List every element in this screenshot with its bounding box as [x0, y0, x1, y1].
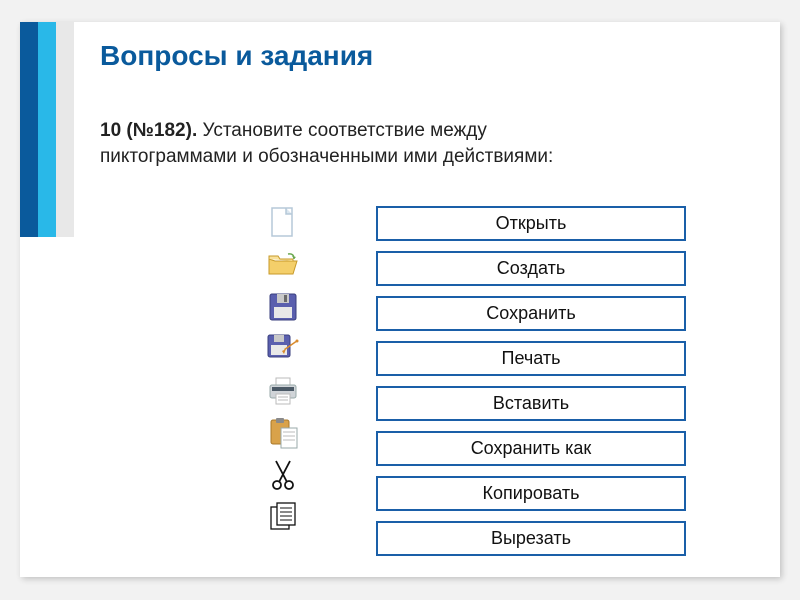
action-paste[interactable]: Вставить: [376, 386, 686, 421]
page-title: Вопросы и задания: [100, 40, 373, 72]
copy-pages-icon[interactable]: [266, 500, 300, 534]
icons-column: [260, 206, 306, 534]
new-document-icon[interactable]: [266, 206, 300, 240]
action-cut[interactable]: Вырезать: [376, 521, 686, 556]
save-as-icon[interactable]: [266, 332, 300, 366]
actions-column: Открыть Создать Сохранить Печать Вставит…: [376, 206, 686, 556]
sidebar-accent: [20, 22, 75, 237]
slide: Вопросы и задания 10 (№182). Установите …: [20, 22, 780, 577]
task-number: 10 (№182).: [100, 120, 197, 141]
action-copy[interactable]: Копировать: [376, 476, 686, 511]
floppy-disk-icon[interactable]: [266, 290, 300, 324]
open-folder-icon[interactable]: [266, 248, 300, 282]
task-text: 10 (№182). Установите соответствие между…: [100, 118, 620, 169]
action-print[interactable]: Печать: [376, 341, 686, 376]
action-open[interactable]: Открыть: [376, 206, 686, 241]
action-create[interactable]: Создать: [376, 251, 686, 286]
printer-icon[interactable]: [266, 374, 300, 408]
clipboard-paste-icon[interactable]: [266, 416, 300, 450]
scissors-icon[interactable]: [266, 458, 300, 492]
action-save[interactable]: Сохранить: [376, 296, 686, 331]
action-save-as[interactable]: Сохранить как: [376, 431, 686, 466]
